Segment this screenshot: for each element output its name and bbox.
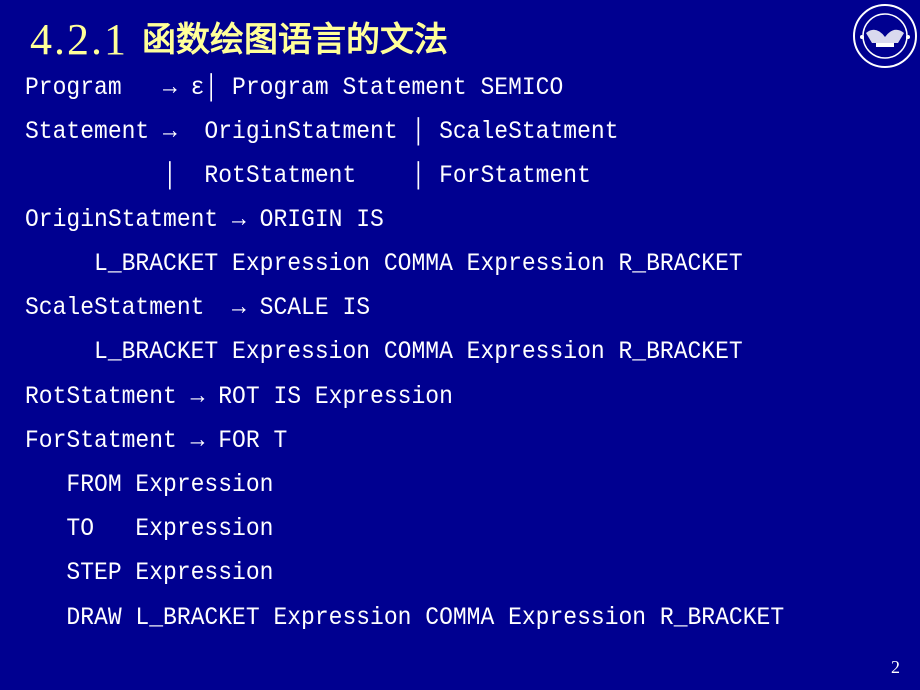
grammar-line-program: Program → ε│ Program Statement SEMICO bbox=[25, 73, 564, 102]
university-seal-icon bbox=[853, 4, 917, 68]
grammar-line-step: STEP Expression bbox=[25, 558, 274, 587]
grammar-line-from: FROM Expression bbox=[25, 470, 274, 499]
page-number: 2 bbox=[891, 657, 900, 677]
grammar-line-origin: OriginStatment → ORIGIN IS bbox=[25, 205, 384, 234]
grammar-line-rot: RotStatment → ROT IS Expression bbox=[25, 382, 453, 411]
grammar-line-statement-alt: │ RotStatment │ ForStatment bbox=[25, 161, 591, 190]
section-number: 4.2.1 bbox=[30, 15, 128, 64]
grammar-line-statement: Statement → OriginStatment │ ScaleStatme… bbox=[25, 117, 619, 146]
grammar-line-draw: DRAW L_BRACKET Expression COMMA Expressi… bbox=[25, 603, 785, 632]
slide-title: 4.2.1 函数绘图语言的文法 bbox=[30, 14, 448, 65]
section-title: 函数绘图语言的文法 bbox=[142, 20, 448, 60]
grammar-line-scale: ScaleStatment → SCALE IS bbox=[25, 293, 371, 322]
grammar-line-for: ForStatment → FOR T bbox=[25, 426, 288, 455]
grammar-line-to: TO Expression bbox=[25, 514, 274, 543]
grammar-line-origin-args: L_BRACKET Expression COMMA Expression R_… bbox=[25, 249, 743, 278]
grammar-line-scale-args: L_BRACKET Expression COMMA Expression R_… bbox=[25, 337, 743, 366]
slide: 4.2.1 函数绘图语言的文法 Program → ε│ Program Stat… bbox=[0, 0, 920, 690]
